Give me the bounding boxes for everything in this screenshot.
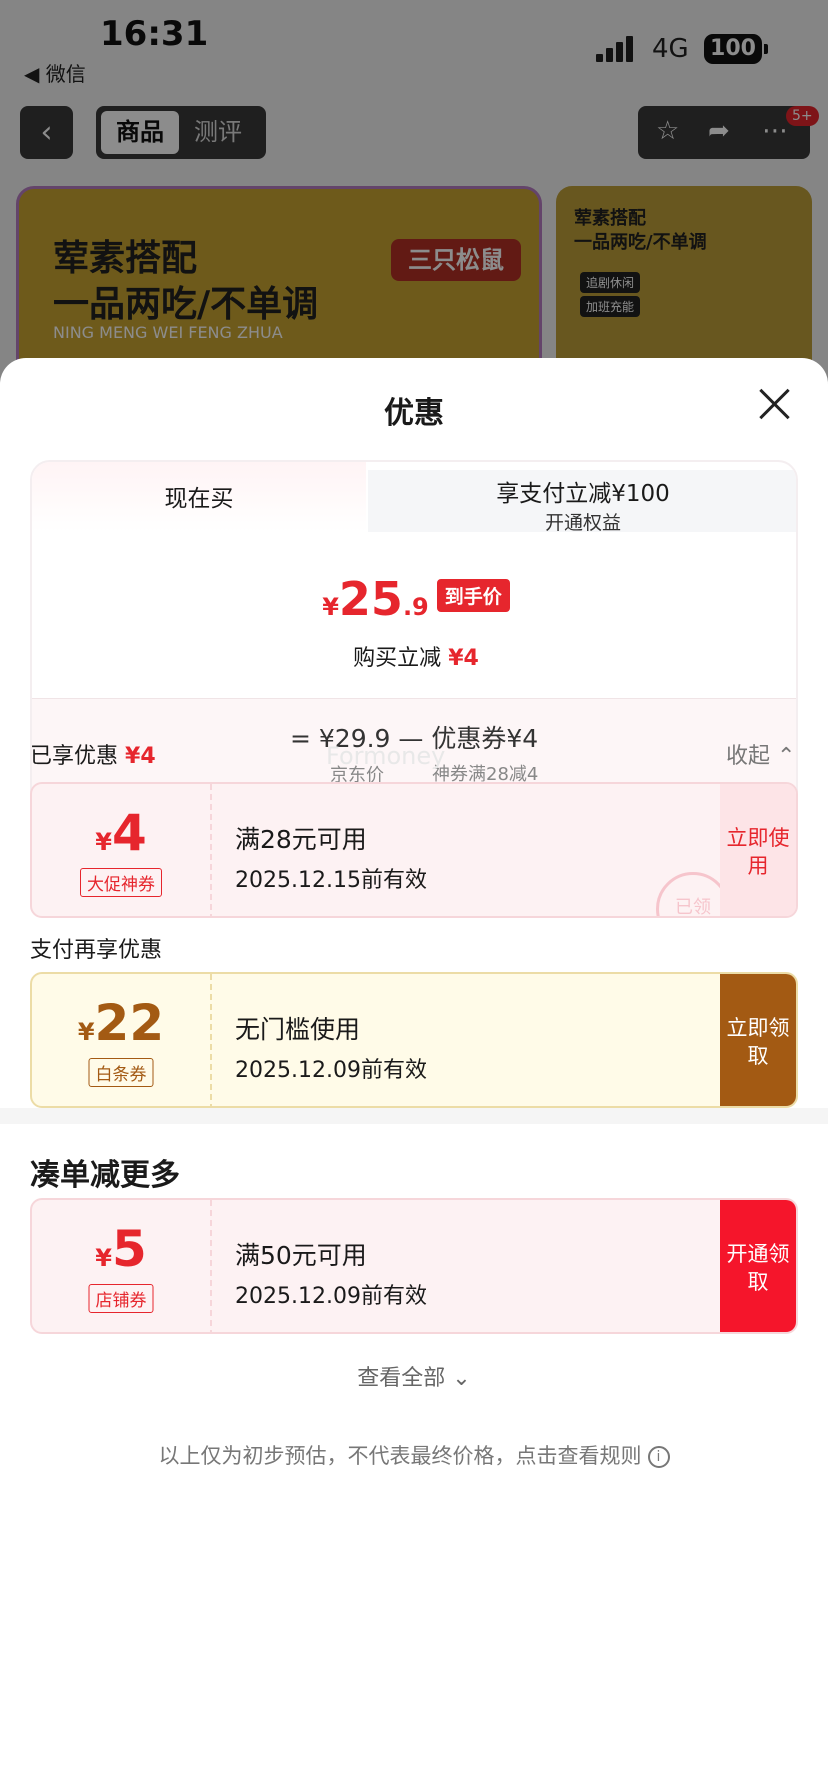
- more-discount-title: 凑单减更多: [30, 1158, 180, 1193]
- coupon-condition: 无门槛使用: [235, 1015, 361, 1044]
- view-all-link[interactable]: 查看全部 ⌄: [0, 1360, 828, 1392]
- claimed-stamp: 已领: [656, 872, 730, 916]
- pay-more-label: 支付再享优惠: [30, 938, 163, 963]
- use-now-button[interactable]: 立即使用: [720, 784, 796, 916]
- coupon-condition: 满50元可用: [235, 1241, 367, 1270]
- buy-discount-amount: ¥4: [448, 646, 479, 671]
- coupon-card-2[interactable]: ¥22 白条券 无门槛使用 2025.12.09前有效 立即领取: [30, 972, 798, 1108]
- coupon-divider: [210, 974, 212, 1106]
- collapse-toggle[interactable]: 收起 ⌃: [726, 738, 795, 770]
- open-claim-button[interactable]: 开通领取: [720, 1200, 796, 1332]
- close-icon[interactable]: [758, 388, 790, 420]
- info-icon[interactable]: i: [647, 1446, 670, 1468]
- coupon-card-1[interactable]: ¥4 大促神券 满28元可用 2025.12.15前有效 已领 立即使用: [30, 782, 798, 918]
- coupon-condition: 满28元可用: [235, 825, 367, 854]
- coupon-currency: ¥: [95, 828, 112, 856]
- coupon-card-3[interactable]: ¥5 店铺券 满50元可用 2025.12.09前有效 开通领取: [30, 1198, 798, 1334]
- section-divider: [0, 1108, 828, 1124]
- tab-buy-now[interactable]: 现在买: [32, 462, 366, 532]
- coupon-divider: [210, 784, 212, 916]
- buy-discount-label: 购买立减: [353, 646, 442, 671]
- coupon-divider: [210, 1200, 212, 1332]
- sheet-title: 优惠: [384, 396, 444, 431]
- coupon-expiry: 2025.12.15前有效: [235, 868, 427, 893]
- disclaimer-text: 以上仅为初步预估，不代表最终价格，点击查看规则: [158, 1444, 642, 1468]
- coupon-value: ¥22 白条券: [32, 974, 210, 1106]
- price-decimal: .9: [402, 593, 429, 621]
- buy-discount-line: 购买立减 ¥4: [32, 640, 796, 672]
- dim-overlay[interactable]: [0, 0, 828, 400]
- price-tag: 到手价: [436, 579, 510, 612]
- coupon-currency: ¥: [95, 1244, 112, 1272]
- coupon-amount: 4: [111, 804, 147, 862]
- discount-sheet: 优惠 现在买 享支付立减¥100 开通权益 ¥25.9 到手价 购买立减 ¥4 =…: [0, 358, 828, 1792]
- watermark: Formoney: [326, 742, 446, 770]
- price-disclaimer[interactable]: 以上仅为初步预估，不代表最终价格，点击查看规则 i: [0, 1440, 828, 1470]
- coupon-value: ¥5 店铺券: [32, 1200, 210, 1332]
- coupon-value: ¥4 大促神券: [32, 784, 210, 916]
- coupon-amount: 5: [111, 1220, 147, 1278]
- coupon-expiry: 2025.12.09前有效: [235, 1284, 427, 1309]
- price-currency: ¥: [322, 593, 339, 621]
- coupon-type-label: 大促神券: [80, 868, 162, 897]
- tab-pay-discount[interactable]: 享支付立减¥100 开通权益: [368, 470, 796, 534]
- enjoyed-amount: ¥4: [125, 744, 156, 769]
- coupon-amount: 22: [94, 994, 165, 1052]
- pay-tab-title: 享支付立减¥100: [496, 481, 670, 507]
- enjoyed-discount-row: 已享优惠 ¥4: [30, 738, 156, 770]
- final-price: ¥25.9 到手价: [32, 572, 796, 626]
- enjoyed-label: 已享优惠: [30, 744, 119, 769]
- pay-tab-subtitle: 开通权益: [544, 512, 621, 534]
- price-integer: 25: [338, 572, 403, 626]
- coupon-type-label: 白条券: [88, 1058, 154, 1087]
- coupon-type-label: 店铺券: [88, 1284, 154, 1313]
- coupon-currency: ¥: [77, 1018, 95, 1046]
- coupon-expiry: 2025.12.09前有效: [235, 1058, 427, 1083]
- claim-now-button[interactable]: 立即领取: [720, 974, 796, 1106]
